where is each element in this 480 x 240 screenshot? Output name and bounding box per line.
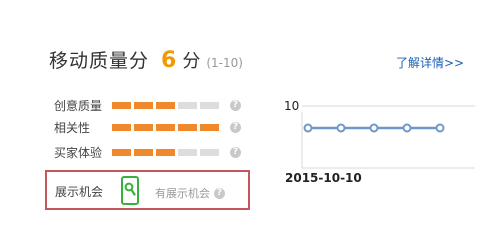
bar-segment-empty [178,148,197,156]
bar-segment-filled [156,101,175,109]
bar-segment-empty [178,101,197,109]
learn-more-link[interactable]: 了解详情>> [396,54,464,71]
exposure-status: 有展示机会 ? [155,185,225,201]
metric-row: 买家体验? [54,143,241,161]
data-point [402,123,412,133]
bar-segment-filled [112,148,131,156]
page-title: 移动质量分 [49,50,150,72]
bar-segment-filled [112,101,131,109]
exposure-opportunity-box: 展示机会 有展示机会 ? [45,170,250,210]
score-range: (1-10) [206,56,243,70]
bar-segment-empty [200,101,219,109]
bar-segment-filled [200,123,219,131]
y-tick-label: 10 [284,99,299,113]
exposure-status-text: 有展示机会 [155,187,210,200]
bar-segment-filled [178,123,197,131]
help-icon[interactable]: ? [214,187,225,199]
quality-score: 6 [161,48,177,73]
data-point [369,123,379,133]
bar-segment-filled [156,148,175,156]
data-point [303,123,313,133]
bar-segment-empty [200,148,219,156]
bar-segment-filled [134,101,153,109]
metric-row: 相关性? [54,118,241,136]
mobile-quality-header: 移动质量分 6 分 (1-10) [49,46,243,78]
data-point [336,123,346,133]
data-point [435,123,445,133]
help-icon[interactable]: ? [230,146,241,158]
bar-segment-filled [112,123,131,131]
x-axis-label: 2015-10-10 [285,171,362,185]
bar-segment-filled [134,123,153,131]
bar-segment-filled [134,148,153,156]
exposure-label: 展示机会 [55,185,104,199]
help-icon[interactable]: ? [230,99,241,111]
score-unit: 分 [182,51,201,72]
metric-row: 创意质量? [54,96,241,114]
metric-score-bar [112,101,219,109]
metric-label: 创意质量 [54,98,103,113]
help-icon[interactable]: ? [230,121,241,133]
metric-label: 买家体验 [54,145,103,160]
metric-score-bar [112,123,219,131]
mobile-search-icon [121,176,139,205]
metric-score-bar [112,148,219,156]
metric-label: 相关性 [54,120,91,135]
bar-segment-filled [156,123,175,131]
